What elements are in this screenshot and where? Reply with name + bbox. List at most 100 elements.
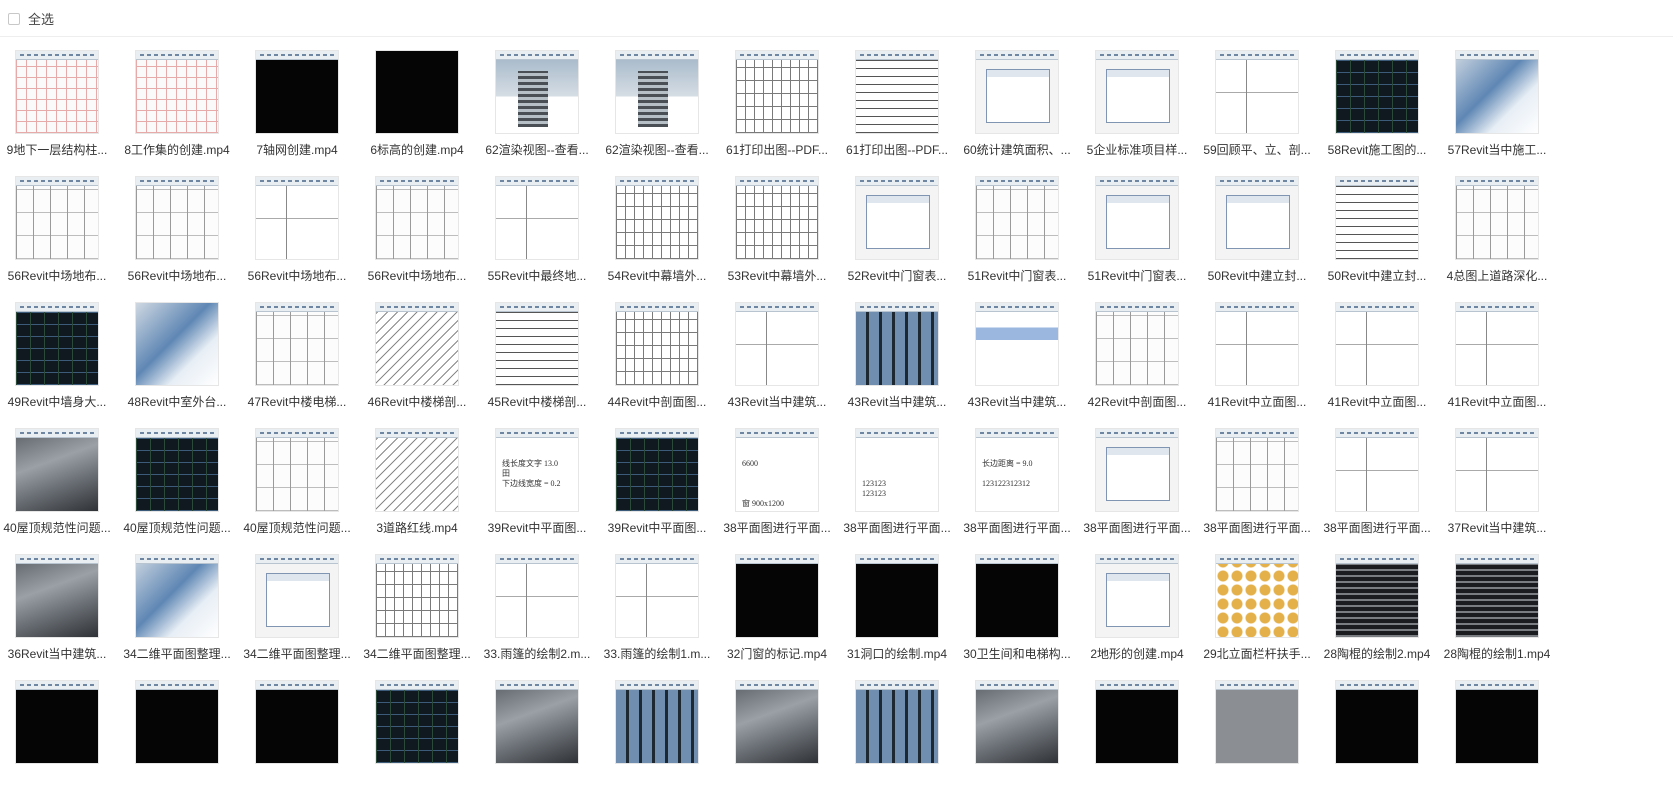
file-name[interactable]: 34二维平面图整理... (240, 645, 354, 662)
file-name[interactable]: 38平面图进行平面... (960, 519, 1074, 536)
file-thumbnail[interactable] (375, 302, 459, 386)
file-item[interactable]: 32门窗的标记.mp4 (720, 541, 848, 667)
file-thumbnail[interactable] (375, 176, 459, 260)
file-item[interactable]: 8工作集的创建.mp4 (120, 37, 248, 163)
file-name[interactable]: 56Revit中场地布... (120, 267, 234, 284)
file-name[interactable]: 62渲染视图--查看... (480, 141, 594, 158)
file-thumbnail[interactable] (495, 176, 579, 260)
file-item[interactable]: 50Revit中建立封... (1200, 163, 1328, 289)
file-name[interactable]: 34二维平面图整理... (360, 645, 474, 662)
file-name[interactable]: 30卫生间和电梯构... (960, 645, 1074, 662)
file-thumbnail[interactable] (735, 554, 819, 638)
file-name[interactable]: 45Revit中楼梯剖... (480, 393, 594, 410)
select-all-checkbox[interactable] (8, 13, 20, 25)
file-name[interactable]: 56Revit中场地布... (360, 267, 474, 284)
file-item[interactable]: 43Revit当中建筑... (840, 289, 968, 415)
file-thumbnail[interactable] (735, 680, 819, 764)
file-item[interactable]: 60统计建筑面积、... (960, 37, 1088, 163)
file-thumbnail[interactable] (1455, 554, 1539, 638)
file-thumbnail[interactable] (1335, 302, 1419, 386)
file-item[interactable]: 5企业标准项目样... (1080, 37, 1208, 163)
file-item[interactable]: 62渲染视图--查看... (480, 37, 608, 163)
file-name[interactable]: 40屋顶规范性问题... (240, 519, 354, 536)
file-item[interactable]: 41Revit中立面图... (1440, 289, 1568, 415)
file-item[interactable]: 42Revit中剖面图... (1080, 289, 1208, 415)
file-name[interactable]: 52Revit中门窗表... (840, 267, 954, 284)
file-thumbnail[interactable] (255, 50, 339, 134)
file-thumbnail[interactable] (1215, 680, 1299, 764)
file-thumbnail[interactable] (15, 176, 99, 260)
file-name[interactable]: 60统计建筑面积、... (960, 141, 1074, 158)
file-item[interactable]: 47Revit中楼电梯... (240, 289, 368, 415)
file-item[interactable] (960, 667, 1088, 791)
file-name[interactable]: 43Revit当中建筑... (960, 393, 1074, 410)
file-item[interactable]: 56Revit中场地布... (0, 163, 128, 289)
file-thumbnail[interactable] (855, 554, 939, 638)
file-name[interactable]: 62渲染视图--查看... (600, 141, 714, 158)
select-all-label[interactable]: 全选 (28, 9, 54, 28)
file-thumbnail[interactable] (1215, 50, 1299, 134)
file-thumbnail[interactable] (975, 680, 1059, 764)
file-thumbnail[interactable] (1215, 428, 1299, 512)
file-item[interactable]: 6600 窗 900x1200 38平面图进行平面... (720, 415, 848, 541)
file-item[interactable] (120, 667, 248, 791)
file-item[interactable] (0, 667, 128, 791)
file-name[interactable]: 41Revit中立面图... (1440, 393, 1554, 410)
file-thumbnail[interactable] (1455, 176, 1539, 260)
file-thumbnail[interactable] (135, 302, 219, 386)
file-name[interactable]: 58Revit施工图的... (1320, 141, 1434, 158)
file-name[interactable]: 41Revit中立面图... (1320, 393, 1434, 410)
file-name[interactable]: 44Revit中剖面图... (600, 393, 714, 410)
file-name[interactable]: 36Revit当中建筑... (0, 645, 114, 662)
file-item[interactable] (1080, 667, 1208, 791)
file-thumbnail[interactable] (975, 554, 1059, 638)
file-item[interactable]: 33.雨篷的绘制2.m... (480, 541, 608, 667)
file-item[interactable]: 56Revit中场地布... (120, 163, 248, 289)
file-item[interactable]: 41Revit中立面图... (1200, 289, 1328, 415)
file-item[interactable]: 39Revit中平面图... (600, 415, 728, 541)
file-item[interactable]: 40屋顶规范性问题... (240, 415, 368, 541)
file-item[interactable] (1440, 667, 1568, 791)
file-thumbnail[interactable] (615, 302, 699, 386)
file-thumbnail[interactable] (735, 302, 819, 386)
file-thumbnail[interactable] (735, 176, 819, 260)
file-item[interactable]: 6标高的创建.mp4 (360, 37, 488, 163)
file-name[interactable]: 32门窗的标记.mp4 (720, 645, 834, 662)
file-item[interactable]: 38平面图进行平面... (1320, 415, 1448, 541)
file-name[interactable]: 33.雨篷的绘制1.m... (600, 645, 714, 662)
file-item[interactable] (600, 667, 728, 791)
file-name[interactable]: 39Revit中平面图... (480, 519, 594, 536)
file-item[interactable]: 57Revit当中施工... (1440, 37, 1568, 163)
file-name[interactable]: 43Revit当中建筑... (720, 393, 834, 410)
file-item[interactable]: 34二维平面图整理... (240, 541, 368, 667)
file-thumbnail[interactable] (615, 554, 699, 638)
file-item[interactable] (360, 667, 488, 791)
file-item[interactable]: 58Revit施工图的... (1320, 37, 1448, 163)
file-thumbnail[interactable] (135, 680, 219, 764)
file-name[interactable]: 50Revit中建立封... (1320, 267, 1434, 284)
file-thumbnail[interactable] (615, 176, 699, 260)
file-item[interactable]: 长边距离 = 9.0 123122312312 38平面图进行平面... (960, 415, 1088, 541)
file-item[interactable]: 2地形的创建.mp4 (1080, 541, 1208, 667)
file-name[interactable]: 7轴网创建.mp4 (240, 141, 354, 158)
file-thumbnail[interactable] (855, 176, 939, 260)
file-thumbnail[interactable] (975, 50, 1059, 134)
file-thumbnail[interactable] (495, 302, 579, 386)
file-item[interactable]: 31洞口的绘制.mp4 (840, 541, 968, 667)
file-name[interactable]: 37Revit当中建筑... (1440, 519, 1554, 536)
file-thumbnail[interactable] (1335, 176, 1419, 260)
file-item[interactable]: 52Revit中门窗表... (840, 163, 968, 289)
file-thumbnail[interactable] (15, 302, 99, 386)
file-item[interactable]: 51Revit中门窗表... (960, 163, 1088, 289)
file-item[interactable]: 56Revit中场地布... (240, 163, 368, 289)
file-name[interactable]: 56Revit中场地布... (240, 267, 354, 284)
file-item[interactable]: 38平面图进行平面... (1200, 415, 1328, 541)
file-item[interactable]: 61打印出图--PDF... (840, 37, 968, 163)
file-thumbnail[interactable] (255, 428, 339, 512)
file-item[interactable]: 36Revit当中建筑... (0, 541, 128, 667)
file-name[interactable]: 57Revit当中施工... (1440, 141, 1554, 158)
file-name[interactable]: 49Revit中墙身大... (0, 393, 114, 410)
file-name[interactable]: 54Revit中幕墙外... (600, 267, 714, 284)
file-thumbnail[interactable] (15, 554, 99, 638)
file-item[interactable]: 9地下一层结构柱... (0, 37, 128, 163)
